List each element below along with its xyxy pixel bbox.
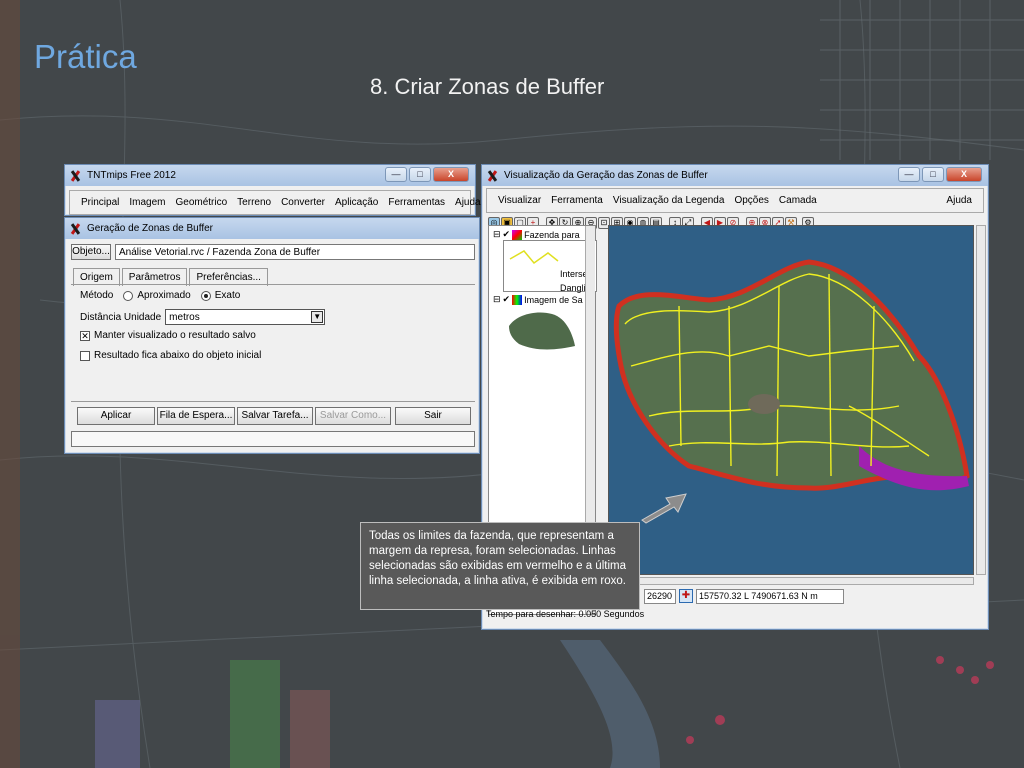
chevron-down-icon[interactable]: ▼	[311, 311, 324, 323]
menu-geometrico[interactable]: Geométrico	[170, 195, 232, 210]
vector-layer-icon	[512, 229, 523, 240]
main-window-title: TNTmips Free 2012	[87, 170, 176, 181]
buffer-dialog: Geração de Zonas de Buffer Objeto... Aná…	[64, 217, 480, 454]
method-label: Método	[80, 290, 114, 301]
legend-layer-2-label: Imagem de Sa	[524, 294, 583, 305]
maximize-button[interactable]: □	[409, 167, 431, 182]
save-task-button[interactable]: Salvar Tarefa...	[237, 407, 313, 425]
checkmark-icon[interactable]: ✔	[503, 294, 511, 305]
legend-thumbnail	[509, 312, 575, 350]
collapse-icon[interactable]: ⊟	[493, 294, 501, 305]
tntmips-app-icon	[486, 169, 500, 182]
minimize-button[interactable]: —	[898, 167, 920, 182]
menu-aplicacao[interactable]: Aplicação	[330, 195, 383, 210]
crosshair-icon[interactable]: ✚	[679, 589, 693, 603]
menu-principal[interactable]: Principal	[76, 195, 124, 210]
legend-layer-2[interactable]: ⊟ ✔ Imagem de Sa	[493, 294, 583, 305]
close-button[interactable]: X	[433, 167, 469, 182]
distance-unit-value: metros	[169, 312, 200, 323]
minimize-button[interactable]: —	[385, 167, 407, 182]
queue-button[interactable]: Fila de Espera...	[157, 407, 235, 425]
menu-camada[interactable]: Camada	[774, 193, 822, 208]
legend-layer-1[interactable]: ⊟ ✔ Fazenda para	[493, 229, 580, 240]
distance-unit-select[interactable]: metros ▼	[165, 309, 326, 325]
collapse-icon[interactable]: ⊟	[493, 229, 501, 240]
view-window-title: Visualização da Geração das Zonas de Buf…	[504, 170, 708, 181]
buffer-tabs: Origem Parâmetros Preferências...	[65, 264, 278, 286]
map-scrollbar-horizontal[interactable]	[608, 577, 974, 585]
coordinate-field: 157570.32 L 7490671.63 N m	[696, 589, 844, 604]
view-menubar: Visualizar Ferramenta Visualização da Le…	[486, 188, 984, 213]
maximize-button[interactable]: □	[922, 167, 944, 182]
keep-view-label: Manter visualizado o resultado salvo	[94, 330, 256, 341]
method-exact-label: Exato	[214, 290, 241, 301]
menu-imagem[interactable]: Imagem	[124, 195, 170, 210]
main-menubar: Principal Imagem Geométrico Terreno Conv…	[69, 190, 481, 215]
menu-terreno[interactable]: Terreno	[232, 195, 276, 210]
menu-opcoes[interactable]: Opções	[729, 193, 773, 208]
tntmips-app-icon	[69, 222, 83, 235]
tab-divider	[71, 284, 475, 285]
legend-layer-1-label: Fazenda para	[524, 229, 580, 240]
result-below-label: Resultado fica abaixo do objeto inicial	[94, 350, 262, 361]
slide-subtitle: 8. Criar Zonas de Buffer	[370, 74, 605, 99]
menu-ferramentas[interactable]: Ferramentas	[383, 195, 450, 210]
status-field	[71, 431, 475, 447]
callout-arrow	[641, 493, 687, 524]
keep-view-checkbox[interactable]: ✕	[80, 330, 90, 341]
draw-time-status: Tempo para desenhar: 0.050 Segundos	[486, 609, 645, 619]
menu-visualizar[interactable]: Visualizar	[493, 193, 546, 208]
menu-visualizacao-legenda[interactable]: Visualização da Legenda	[608, 193, 730, 208]
tntmips-app-icon	[69, 169, 83, 182]
raster-layer-icon	[512, 294, 523, 305]
menu-ajuda[interactable]: Ajuda	[941, 193, 977, 208]
buffer-dialog-title: Geração de Zonas de Buffer	[87, 223, 214, 234]
close-button[interactable]: X	[946, 167, 982, 182]
exit-button[interactable]: Sair	[395, 407, 471, 425]
object-path-field[interactable]: Análise Vetorial.rvc / Fazenda Zona de B…	[115, 244, 475, 260]
slide-title: Prática	[34, 38, 137, 75]
actions-divider	[71, 401, 475, 402]
method-exact-radio[interactable]	[200, 290, 211, 301]
main-window: TNTmips Free 2012 — □ X Principal Imagem…	[64, 164, 481, 216]
scale-field[interactable]: 26290	[644, 589, 676, 604]
buffer-dialog-titlebar[interactable]: Geração de Zonas de Buffer	[65, 218, 479, 239]
save-as-button[interactable]: Salvar Como...	[315, 407, 391, 425]
checkmark-icon[interactable]: ✔	[503, 229, 511, 240]
apply-button[interactable]: Aplicar	[77, 407, 155, 425]
method-approx-radio[interactable]	[123, 290, 134, 301]
callout-box: Todas os limites da fazenda, que represe…	[360, 522, 640, 610]
result-below-checkbox[interactable]	[80, 350, 90, 361]
legend-sample-box: Intersec Dangling	[503, 240, 597, 293]
distance-unit-label: Distância Unidade	[80, 311, 162, 323]
main-window-titlebar[interactable]: TNTmips Free 2012 — □ X	[65, 165, 475, 186]
map-scrollbar-vertical[interactable]	[976, 225, 986, 575]
object-button[interactable]: Objeto...	[71, 244, 111, 260]
menu-ferramenta[interactable]: Ferramenta	[546, 193, 608, 208]
method-approx-label: Aproximado	[137, 290, 191, 301]
menu-converter[interactable]: Converter	[276, 195, 330, 210]
view-window-titlebar[interactable]: Visualização da Geração das Zonas de Buf…	[482, 165, 988, 186]
